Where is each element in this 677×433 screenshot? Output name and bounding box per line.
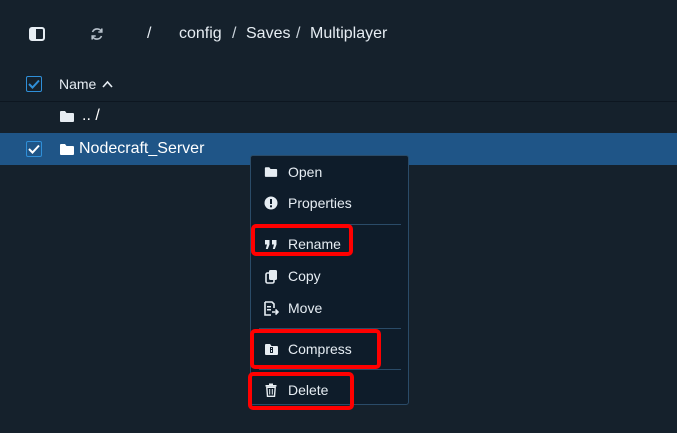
- toolbar: / config / Saves / Multiplayer: [0, 0, 677, 68]
- table-row-parent[interactable]: .. /: [0, 101, 677, 133]
- menu-item-label: Open: [288, 164, 323, 180]
- menu-item-delete[interactable]: Delete: [251, 375, 408, 405]
- row-checkbox[interactable]: [26, 141, 42, 157]
- menu-divider: [259, 224, 401, 225]
- menu-item-rename[interactable]: Rename: [251, 229, 408, 259]
- breadcrumb-saves[interactable]: Saves: [246, 24, 290, 44]
- breadcrumb-separator: /: [296, 25, 301, 42]
- row-label: Nodecraft_Server: [79, 140, 205, 157]
- menu-item-label: Rename: [288, 236, 341, 252]
- breadcrumb-config[interactable]: config: [179, 24, 222, 44]
- breadcrumb-separator: /: [232, 25, 237, 42]
- sidebar-icon: [29, 27, 45, 41]
- row-label: .. /: [82, 107, 100, 124]
- menu-divider: [259, 328, 401, 329]
- select-all-checkbox[interactable]: [26, 76, 42, 92]
- folder-icon: [60, 111, 74, 122]
- check-icon: [28, 79, 40, 89]
- trash-icon: [263, 382, 279, 398]
- menu-item-compress[interactable]: Compress: [251, 334, 408, 364]
- move-icon: [263, 300, 279, 316]
- copy-icon: [263, 268, 279, 284]
- menu-divider: [259, 369, 401, 370]
- menu-item-label: Move: [288, 300, 323, 316]
- info-circle-icon: [263, 195, 279, 211]
- breadcrumb-root[interactable]: /: [147, 24, 151, 44]
- table-header: Name: [0, 67, 677, 102]
- archive-icon: [263, 341, 279, 357]
- check-icon: [28, 144, 40, 154]
- folder-icon: [263, 164, 279, 180]
- menu-item-label: Copy: [288, 268, 321, 284]
- folder-icon: [60, 144, 74, 155]
- file-manager: / config / Saves / Multiplayer Name .. /: [0, 0, 677, 433]
- sort-ascending-icon: [102, 80, 113, 88]
- name-column-header[interactable]: Name: [59, 76, 113, 92]
- menu-item-copy[interactable]: Copy: [251, 261, 408, 291]
- refresh-button[interactable]: [85, 22, 109, 46]
- quote-icon: [263, 236, 279, 252]
- menu-item-label: Properties: [288, 195, 352, 211]
- context-menu: Open Properties Rename Copy Move Compres…: [250, 155, 409, 405]
- menu-item-open[interactable]: Open: [251, 157, 408, 187]
- menu-item-label: Delete: [288, 382, 329, 398]
- refresh-icon: [91, 28, 103, 40]
- menu-item-move[interactable]: Move: [251, 293, 408, 323]
- menu-item-label: Compress: [288, 341, 352, 357]
- menu-item-properties[interactable]: Properties: [251, 188, 408, 218]
- breadcrumb-multiplayer[interactable]: Multiplayer: [310, 24, 387, 44]
- sidebar-toggle-button[interactable]: [25, 22, 49, 46]
- name-column-label: Name: [59, 76, 97, 92]
